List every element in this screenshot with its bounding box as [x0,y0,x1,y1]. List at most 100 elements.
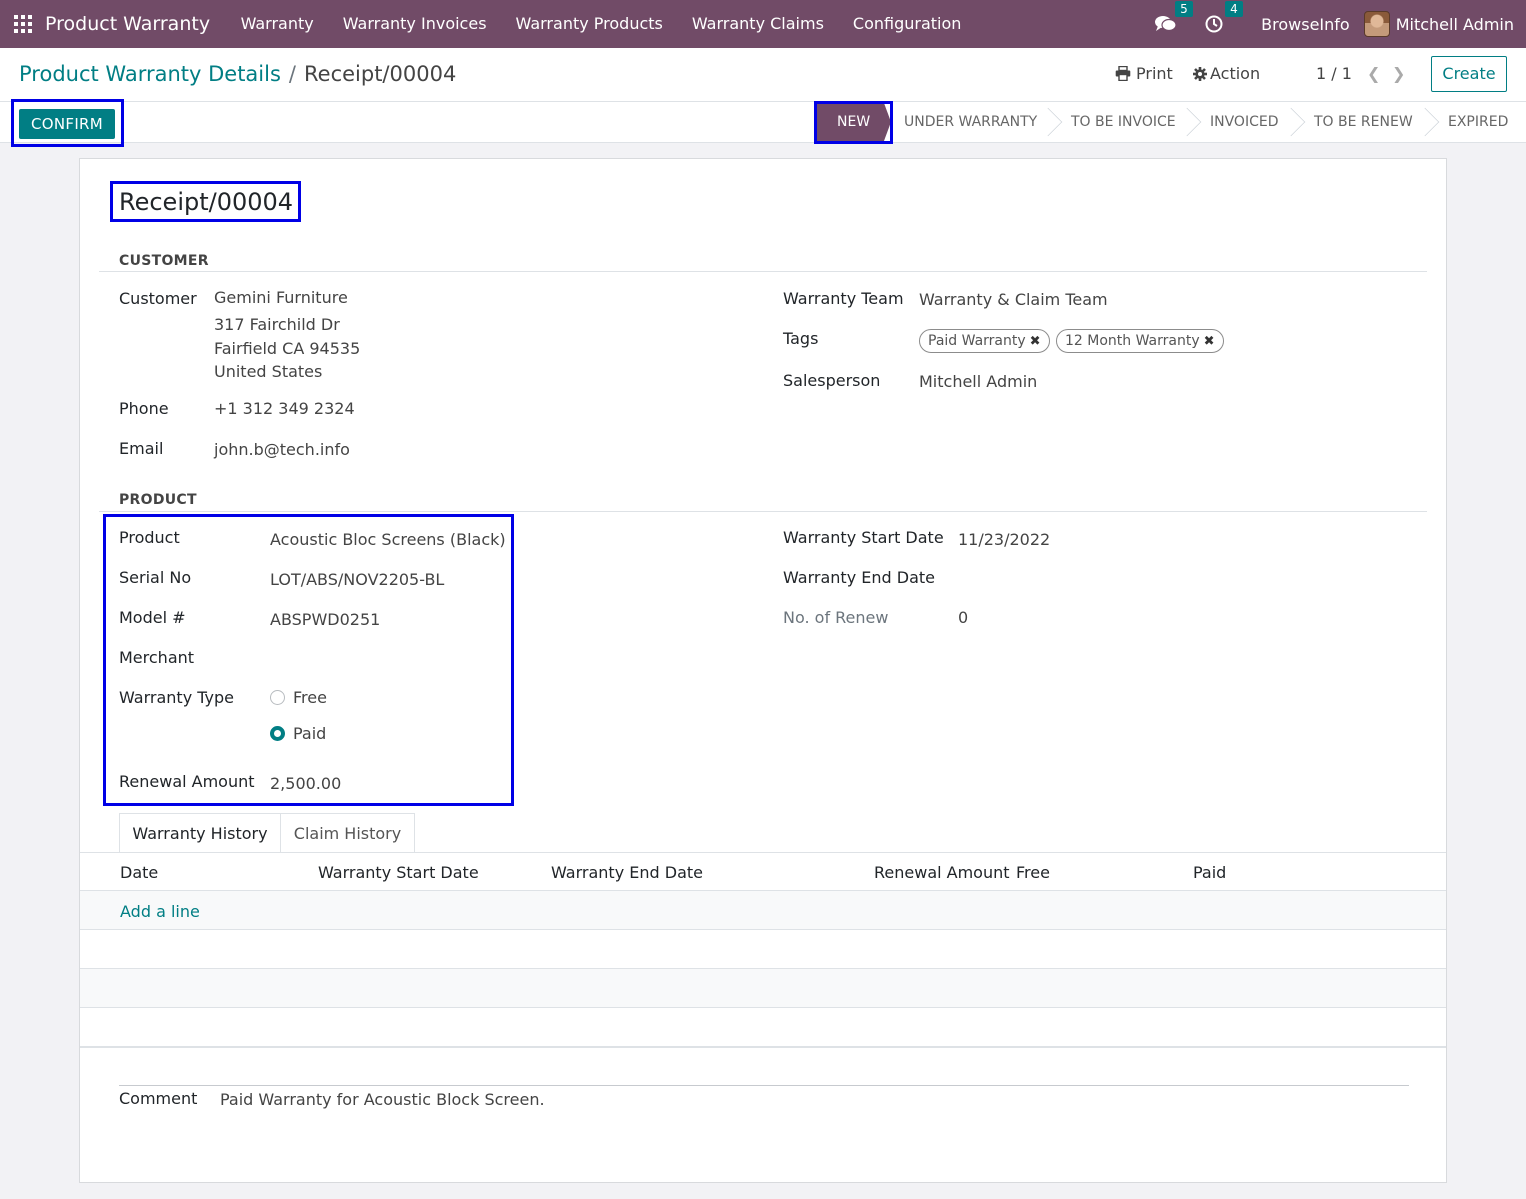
breadcrumb: Product Warranty Details / Receipt/00004 [19,62,456,86]
company-switcher[interactable]: BrowseInfo [1261,15,1350,34]
comment-label: Comment [119,1089,198,1108]
customer-label: Customer [119,289,197,308]
stage-expired[interactable]: EXPIRED [1448,102,1508,142]
form-sheet: Receipt/00004 CUSTOMER Customer Gemini F… [79,158,1447,1183]
tags-label: Tags [783,329,819,348]
table-bottom-border [80,1047,1446,1048]
stage-to-be-renew[interactable]: TO BE RENEW [1314,102,1413,142]
app-name[interactable]: Product Warranty [45,13,210,35]
tag-label: 12 Month Warranty [1065,333,1200,349]
serial-no-field[interactable]: LOT/ABS/NOV2205-BL [270,570,444,589]
tab-warranty-history[interactable]: Warranty History [119,813,281,853]
stage-invoiced[interactable]: INVOICED [1210,102,1278,142]
radio-free-label[interactable]: Free [293,688,327,707]
tag-12-month-warranty[interactable]: 12 Month Warranty ✖ [1056,329,1224,353]
create-button[interactable]: Create [1431,56,1507,92]
warranty-end-date-label: Warranty End Date [783,568,935,587]
warranty-start-date-label: Warranty Start Date [783,528,944,547]
stage-separator [1181,102,1195,142]
tag-remove-icon[interactable]: ✖ [1030,334,1041,349]
table-row [80,969,1446,1008]
avatar [1363,11,1390,37]
table-row [80,891,1446,930]
phone-field[interactable]: +1 312 349 2324 [214,399,355,418]
breadcrumb-separator: / [288,62,296,86]
customer-section-title: CUSTOMER [119,253,209,269]
customer-field[interactable]: Gemini Furniture 317 Fairchild Dr Fairfi… [214,287,360,384]
clock-icon [1205,15,1223,33]
menu-warranty-claims[interactable]: Warranty Claims [677,0,838,48]
warranty-team-label: Warranty Team [783,289,904,308]
merchant-label: Merchant [119,648,195,667]
activities-button[interactable]: 4 [1205,1,1243,33]
table-header-row [80,852,1446,891]
table-row [80,930,1446,969]
activities-count-badge: 4 [1225,1,1243,17]
comment-field[interactable]: Paid Warranty for Acoustic Block Screen. [220,1090,545,1109]
apps-menu-icon[interactable] [14,15,32,33]
phone-label: Phone [119,399,169,418]
stage-separator [1042,102,1056,142]
pager-next-icon[interactable]: ❯ [1392,64,1405,83]
breadcrumb-parent-link[interactable]: Product Warranty Details [19,62,281,86]
renew-count-label: No. of Renew [783,608,889,627]
model-label: Model # [119,608,186,627]
warranty-start-date-field[interactable]: 11/23/2022 [958,530,1050,549]
menu-warranty-invoices[interactable]: Warranty Invoices [328,0,501,48]
radio-paid-label[interactable]: Paid [293,724,326,743]
menu-configuration[interactable]: Configuration [838,0,976,48]
email-label: Email [119,439,164,458]
product-field[interactable]: Acoustic Bloc Screens (Black) [270,530,506,549]
pager-value[interactable]: 1 / 1 [1316,64,1352,83]
breadcrumb-current: Receipt/00004 [304,62,457,86]
title-highlight-box [110,181,301,222]
messages-button[interactable]: 5 [1155,1,1193,33]
main-menu: Warranty Warranty Invoices Warranty Prod… [226,0,976,48]
renewal-amount-label: Renewal Amount [119,772,255,791]
comment-divider [119,1085,1409,1086]
action-label: Action [1210,64,1261,83]
model-field[interactable]: ABSPWD0251 [270,610,380,629]
table-row [80,1008,1446,1047]
print-icon [1115,66,1131,81]
stage-separator [1285,102,1299,142]
salesperson-label: Salesperson [783,371,881,390]
menu-warranty-products[interactable]: Warranty Products [501,0,677,48]
section-divider [99,271,1427,272]
serial-no-label: Serial No [119,568,192,587]
customer-address-line: 317 Fairchild Dr [214,315,340,334]
section-divider [99,511,1427,512]
email-field[interactable]: john.b@tech.info [214,440,350,459]
menu-warranty[interactable]: Warranty [226,0,328,48]
salesperson-field[interactable]: Mitchell Admin [919,372,1037,391]
user-menu[interactable]: Mitchell Admin [1363,11,1514,37]
radio-paid[interactable] [270,726,285,741]
confirm-highlight-box [11,99,124,147]
tag-label: Paid Warranty [928,333,1026,349]
renewal-amount-field[interactable]: 2,500.00 [270,774,341,793]
warranty-end-date-field[interactable] [958,568,1258,590]
print-button[interactable]: Print [1115,64,1173,83]
customer-name[interactable]: Gemini Furniture [214,287,360,309]
tag-paid-warranty[interactable]: Paid Warranty ✖ [919,329,1050,353]
user-name: Mitchell Admin [1395,14,1514,34]
top-navbar: Product Warranty Warranty Warranty Invoi… [0,0,1526,48]
tab-claim-history[interactable]: Claim History [280,813,415,853]
warranty-team-field[interactable]: Warranty & Claim Team [919,290,1108,309]
renew-count-field: 0 [958,608,969,627]
add-a-line-link[interactable]: Add a line [120,902,200,921]
radio-free[interactable] [270,690,285,705]
customer-address-line: Fairfield CA 94535 [214,338,361,358]
product-label: Product [119,528,180,547]
tag-remove-icon[interactable]: ✖ [1204,334,1215,349]
customer-address-line: United States [214,362,323,381]
messages-count-badge: 5 [1175,1,1193,17]
action-button[interactable]: Action [1193,64,1260,83]
pager-previous-icon[interactable]: ❮ [1367,64,1380,83]
product-section-title: PRODUCT [119,492,197,508]
stage-under-warranty[interactable]: UNDER WARRANTY [904,102,1037,142]
warranty-type-label: Warranty Type [119,688,234,707]
stage-to-be-invoice[interactable]: TO BE INVOICE [1071,102,1176,142]
print-label: Print [1136,64,1173,83]
stage-highlight-box [814,101,893,144]
